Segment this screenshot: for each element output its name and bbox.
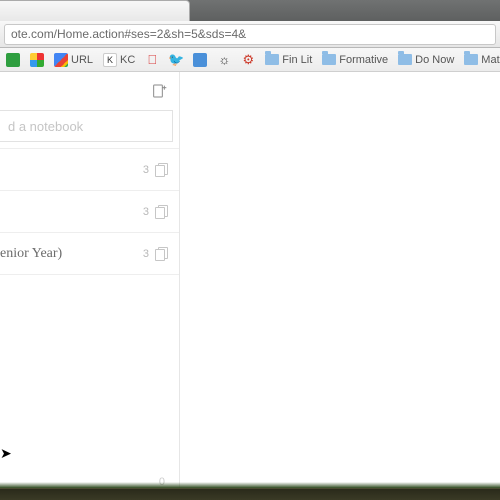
notebook-meta: 3 bbox=[143, 163, 169, 177]
bookmark-item[interactable]:  bbox=[145, 53, 159, 67]
browser-toolbar: ote.com/Home.action#ses=2&sh=5&sds=4& bbox=[0, 21, 500, 48]
bookmark-label: Formative bbox=[339, 54, 388, 66]
notebook-stack-icon bbox=[155, 247, 169, 261]
bookmark-item[interactable]: Formative bbox=[322, 53, 388, 67]
url-text: ote.com/Home.action#ses=2&sh=5&sds=4& bbox=[11, 27, 246, 41]
google-icon bbox=[54, 53, 68, 67]
apple-icon:  bbox=[145, 53, 159, 67]
notebook-search bbox=[0, 110, 179, 142]
folder-icon bbox=[464, 53, 478, 67]
bulb-icon: ☼ bbox=[217, 53, 231, 67]
notebook-stack-icon bbox=[155, 163, 169, 177]
bookmark-item[interactable]: ☼ bbox=[217, 53, 231, 67]
bookmark-item[interactable] bbox=[193, 53, 207, 67]
camera-icon bbox=[193, 53, 207, 67]
notebook-count: 3 bbox=[143, 248, 149, 260]
bookmark-item[interactable]: Math bbox=[464, 53, 500, 67]
bookmark-label: KC bbox=[120, 54, 135, 66]
kc-icon: K bbox=[103, 53, 117, 67]
folder-icon bbox=[265, 53, 279, 67]
notebook-sidebar: 33enior Year)3 0 ➤ bbox=[0, 72, 180, 488]
multi-icon bbox=[30, 53, 44, 67]
sidebar-header bbox=[0, 72, 179, 110]
notebook-list: 3 3 enior Year) 3 bbox=[0, 148, 179, 464]
notebook-count: 3 bbox=[143, 164, 149, 176]
notebook-meta: 3 bbox=[143, 247, 169, 261]
notebook-title: enior Year) bbox=[0, 246, 62, 262]
bookmark-item[interactable] bbox=[30, 53, 44, 67]
notebook-trailing-count: 0 bbox=[0, 464, 179, 488]
gear-icon: ⚙ bbox=[241, 53, 255, 67]
folder-icon bbox=[322, 53, 336, 67]
green-icon bbox=[6, 53, 20, 67]
bookmark-label: Fin Lit bbox=[282, 54, 312, 66]
notebook-meta: 3 bbox=[143, 205, 169, 219]
bookmark-item[interactable]: URL bbox=[54, 53, 93, 67]
new-notebook-icon[interactable] bbox=[151, 83, 167, 99]
folder-icon bbox=[398, 53, 412, 67]
browser-tab-strip bbox=[0, 0, 500, 21]
notebook-count: 3 bbox=[143, 206, 149, 218]
bookmark-label: Do Now bbox=[415, 54, 454, 66]
notebook-row[interactable]: 3 bbox=[0, 191, 179, 233]
bookmark-label: Math bbox=[481, 54, 500, 66]
bookmark-item[interactable]: Fin Lit bbox=[265, 53, 312, 67]
app-content: 33enior Year)3 0 ➤ bbox=[0, 72, 500, 488]
os-taskbar[interactable] bbox=[0, 488, 500, 500]
bookmark-item[interactable]: Do Now bbox=[398, 53, 454, 67]
main-content bbox=[180, 72, 500, 488]
bookmark-label: URL bbox=[71, 54, 93, 66]
bookmark-item[interactable]: ⚙ bbox=[241, 53, 255, 67]
notebook-row[interactable]: 3 bbox=[0, 149, 179, 191]
url-bar[interactable]: ote.com/Home.action#ses=2&sh=5&sds=4& bbox=[4, 24, 496, 45]
bookmarks-bar: URLKKC🐦☼⚙Fin LitFormativeDo NowMathCPS bbox=[0, 48, 500, 72]
notebook-search-input[interactable] bbox=[0, 110, 173, 142]
bookmark-item[interactable]: 🐦 bbox=[169, 53, 183, 67]
notebook-stack-icon bbox=[155, 205, 169, 219]
twitter-icon: 🐦 bbox=[169, 53, 183, 67]
bookmark-item[interactable]: KKC bbox=[103, 53, 135, 67]
notebook-row[interactable]: enior Year) 3 bbox=[0, 233, 179, 275]
bookmark-item[interactable] bbox=[6, 53, 20, 67]
browser-tab-active[interactable] bbox=[0, 0, 190, 21]
